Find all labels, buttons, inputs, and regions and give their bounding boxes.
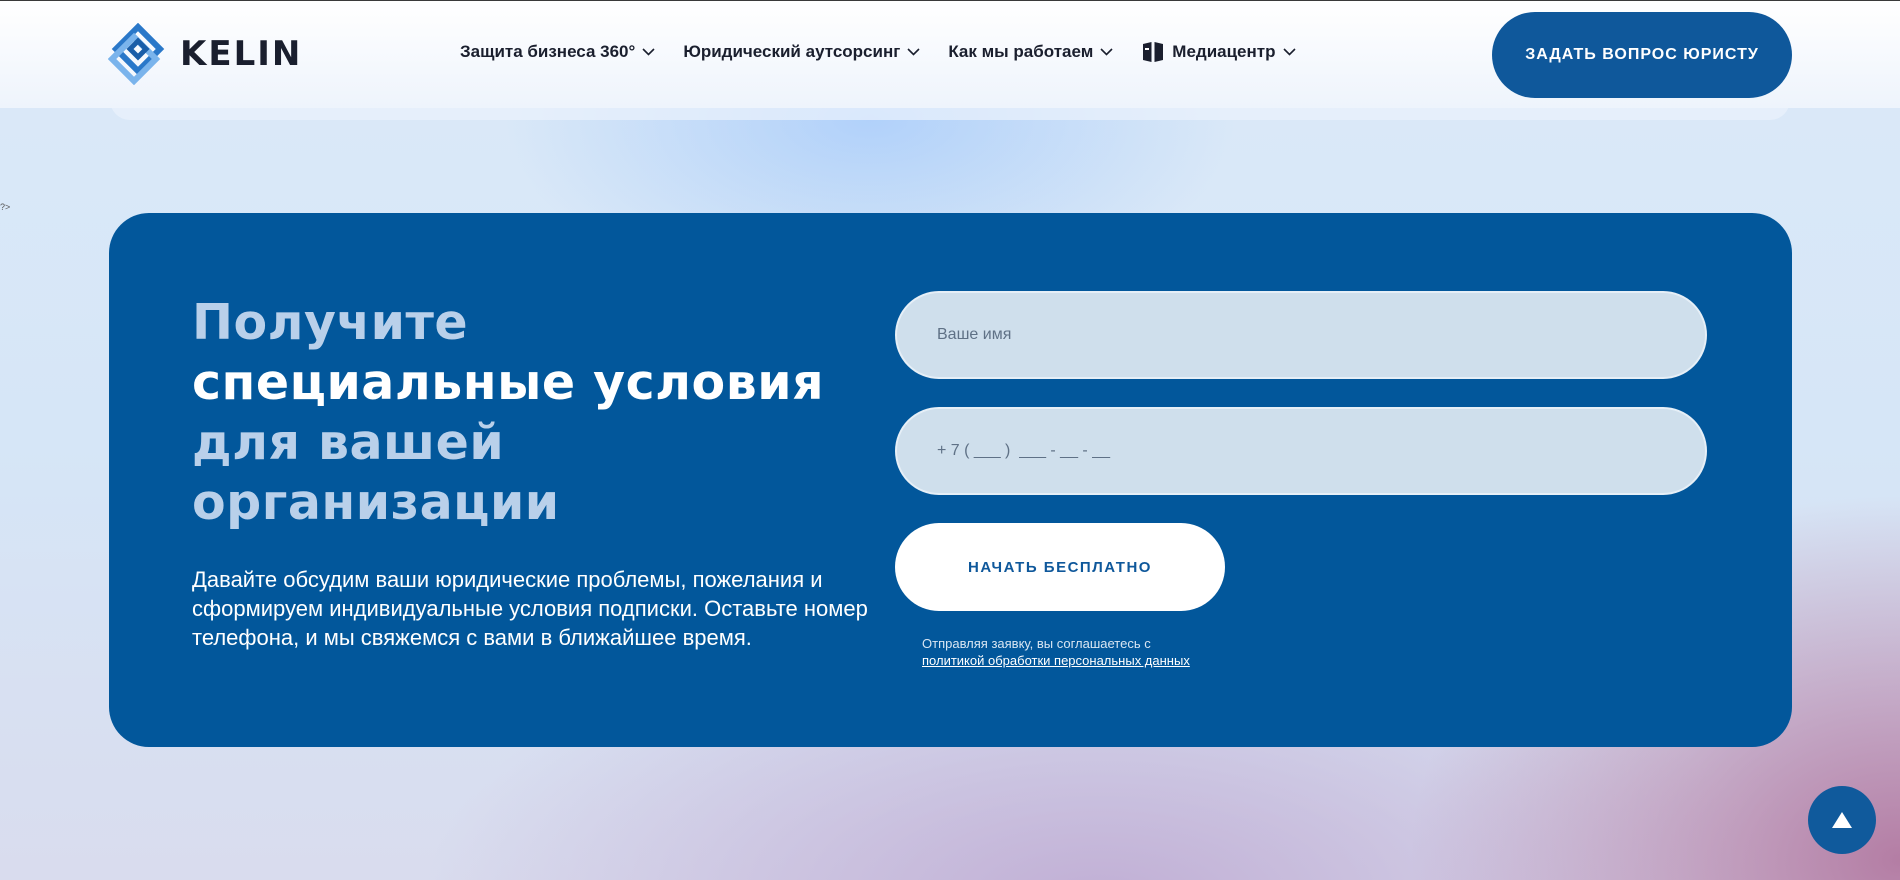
scroll-to-top-button[interactable] <box>1808 786 1876 854</box>
ask-lawyer-button[interactable]: ЗАДАТЬ ВОПРОС ЮРИСТУ <box>1492 12 1792 98</box>
nav-item-label: Медиацентр <box>1172 42 1276 61</box>
nav-item-label: Как мы работаем <box>948 42 1094 61</box>
phone-input[interactable] <box>895 407 1707 495</box>
name-input[interactable] <box>895 291 1707 379</box>
nav-item-legal-outsourcing[interactable]: Юридический аутсорсинг <box>683 42 920 62</box>
nav-item-media-center[interactable]: Медиацентр <box>1141 41 1296 63</box>
kelin-logo-icon <box>108 23 165 85</box>
chevron-down-icon <box>907 48 920 56</box>
offer-headline: Получите специальные условия для вашей о… <box>192 293 872 533</box>
main-nav: Защита бизнеса 360° Юридический аутсорси… <box>460 41 1296 63</box>
nav-item-business-protection[interactable]: Защита бизнеса 360° <box>460 42 655 62</box>
logo[interactable]: KELIN <box>108 23 302 85</box>
start-free-button[interactable]: НАЧАТЬ БЕСПЛАТНО <box>895 523 1225 611</box>
arrow-up-icon <box>1832 812 1852 828</box>
chevron-down-icon <box>642 48 655 56</box>
stray-text: ?> <box>0 202 11 212</box>
headline-line-4: организации <box>192 474 560 531</box>
chevron-down-icon <box>1282 48 1296 56</box>
headline-line-3: для вашей <box>192 414 505 471</box>
brand-name: KELIN <box>180 34 303 74</box>
headline-line-2: специальные условия <box>192 354 825 411</box>
book-icon <box>1143 42 1164 62</box>
consent-text: Отправляя заявку, вы соглашаетесь с <box>922 636 1151 651</box>
nav-item-label: Защита бизнеса 360° <box>460 42 636 61</box>
chevron-down-icon <box>1100 48 1113 56</box>
site-header: KELIN Защита бизнеса 360° Юридический ау… <box>0 0 1900 108</box>
nav-item-label: Юридический аутсорсинг <box>683 42 901 61</box>
nav-item-how-we-work[interactable]: Как мы работаем <box>948 42 1113 62</box>
headline-line-1: Получите <box>192 294 469 351</box>
offer-card: Получите специальные условия для вашей о… <box>109 213 1792 747</box>
privacy-policy-link[interactable]: политикой обработки персональных данных <box>922 652 1190 669</box>
offer-description: Давайте обсудим ваши юридические проблем… <box>192 567 868 650</box>
consent-note: Отправляя заявку, вы соглашаетесь с поли… <box>922 635 1190 669</box>
